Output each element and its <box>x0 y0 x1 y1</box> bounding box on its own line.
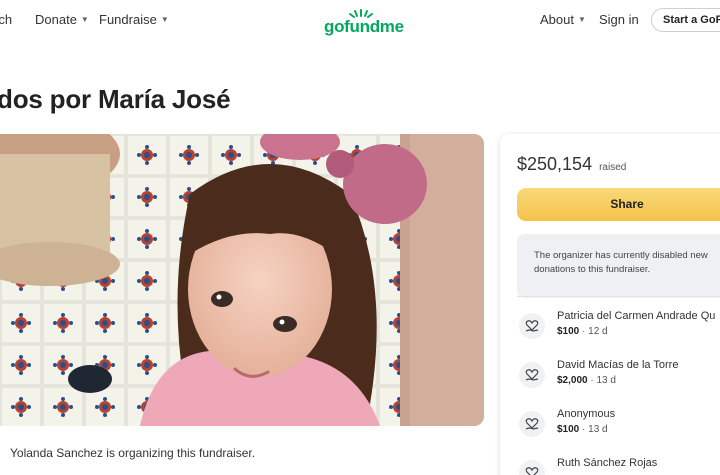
fundraise-menu-label: Fundraise <box>99 12 157 27</box>
donation-age: 13 d <box>588 424 608 435</box>
heart-hand-icon <box>519 411 545 437</box>
donation-age: 12 d <box>588 326 608 337</box>
amount-raised-value: $250,154 <box>517 154 593 174</box>
chevron-down-icon: ▼ <box>160 15 169 24</box>
donation-item: Ruth Sánchez Rojas <box>519 457 720 475</box>
chevron-down-icon: ▼ <box>577 15 586 24</box>
heart-hand-icon <box>519 460 545 475</box>
donation-amount: $2,000 <box>557 375 588 386</box>
donor-name: David Macías de la Torre <box>557 359 679 371</box>
logo-text: gofundme <box>324 17 404 36</box>
donation-amount: $100 <box>557 326 580 337</box>
donation-meta: $100 · 13 d <box>557 424 608 435</box>
donation-meta: $100 · 12 d <box>557 326 608 337</box>
search-link[interactable]: rch <box>0 12 12 27</box>
campaign-title: idos por María José <box>0 84 231 114</box>
share-button[interactable]: Share <box>517 188 720 221</box>
donor-name: Ruth Sánchez Rojas <box>557 457 658 469</box>
about-menu-label: About <box>540 12 574 27</box>
heart-hand-icon <box>519 362 545 388</box>
organizer-text: Yolanda Sanchez is organizing this fundr… <box>10 446 256 460</box>
donation-item: Anonymous $100 · 13 d <box>519 408 720 448</box>
donation-amount: $100 <box>557 424 580 435</box>
amount-raised: $250,154 raised <box>517 154 626 175</box>
donation-card: $250,154 raised Share The organizer has … <box>500 134 720 475</box>
start-gofundme-button[interactable]: Start a GoFu <box>651 8 720 32</box>
donation-age: 13 d <box>596 375 616 386</box>
about-menu[interactable]: About ▼ <box>540 12 586 27</box>
donation-meta: $2,000 · 13 d <box>557 375 616 386</box>
donate-menu[interactable]: Donate ▼ <box>35 12 89 27</box>
chevron-down-icon: ▼ <box>80 15 89 24</box>
donor-name: Anonymous <box>557 408 616 420</box>
amount-raised-suffix: raised <box>599 162 627 173</box>
sign-in-label: Sign in <box>599 12 639 27</box>
donate-menu-label: Donate <box>35 12 77 27</box>
campaign-photo[interactable] <box>0 134 484 426</box>
search-link-label: rch <box>0 12 13 27</box>
sign-in-link[interactable]: Sign in <box>599 12 639 27</box>
donations-disabled-notice: The organizer has currently disabled new… <box>517 234 720 298</box>
donation-item: Patricia del Carmen Andrade Qu $100 · 12… <box>519 310 720 350</box>
fundraise-menu[interactable]: Fundraise ▼ <box>99 12 169 27</box>
start-gofundme-label: Start a GoFu <box>663 14 720 26</box>
donor-name: Patricia del Carmen Andrade Qu <box>557 310 716 322</box>
divider <box>517 296 720 297</box>
gofundme-logo[interactable]: gofundme <box>318 6 404 38</box>
donation-item: David Macías de la Torre $2,000 · 13 d <box>519 359 720 399</box>
campaign-photo-image <box>0 134 484 426</box>
heart-hand-icon <box>519 313 545 339</box>
